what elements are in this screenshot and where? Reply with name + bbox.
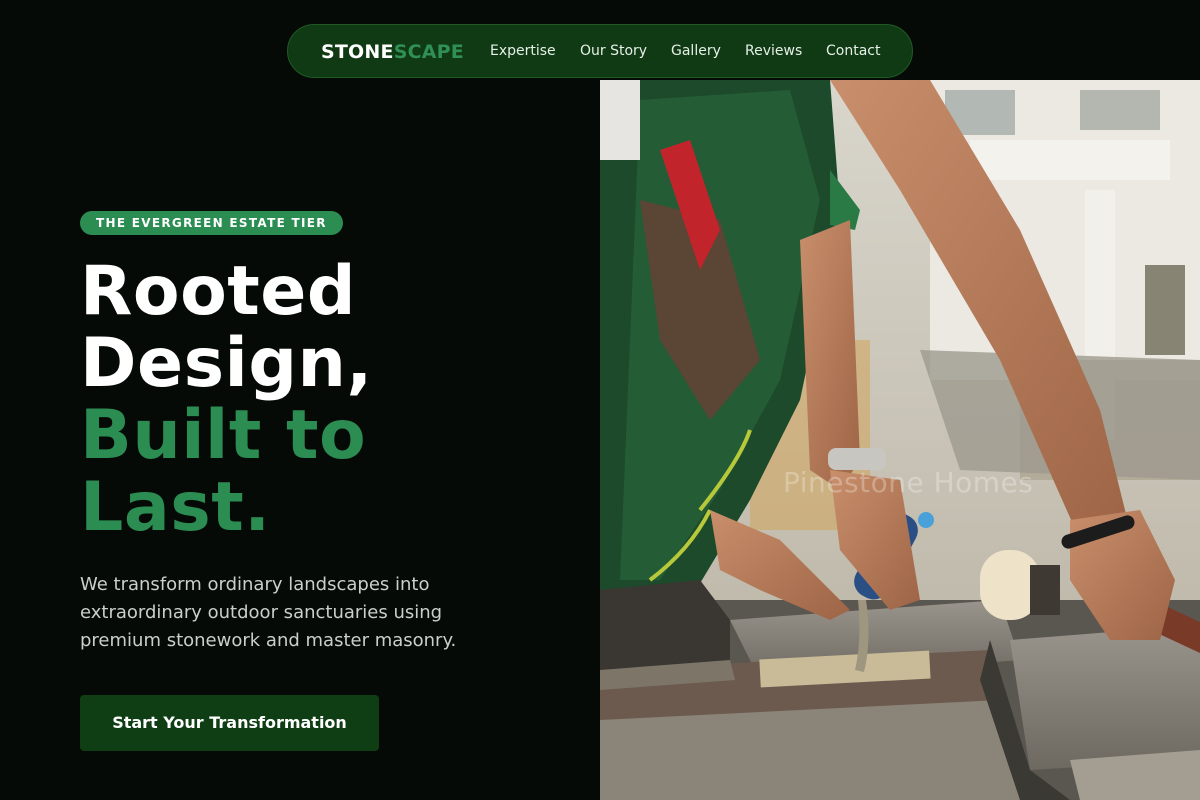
headline-line-3: Built to [80,396,367,475]
headline-line-4: Last. [80,468,271,547]
nav-link-contact[interactable]: Contact [826,25,880,79]
headline-line-2: Design, [80,324,373,403]
headline-line-1: Rooted [80,252,357,331]
nav-link-gallery[interactable]: Gallery [671,25,721,79]
brand-scape: SCAPE [393,41,464,63]
brand-logo[interactable]: STONESCAPE [321,25,464,79]
tier-badge: THE EVERGREEN ESTATE TIER [80,211,343,235]
start-transformation-button[interactable]: Start Your Transformation [80,695,379,751]
nav-link-our-story[interactable]: Our Story [580,25,647,79]
page: STONESCAPE Expertise Our Story Gallery R… [0,0,1200,800]
photo-watermark: Pinestone Homes [783,466,1034,499]
brand-stone: STONE [321,41,394,63]
hero-subtext: We transform ordinary landscapes into ex… [80,574,457,651]
hero-headline: Rooted Design, Built to Last. [80,256,580,544]
nav-link-expertise[interactable]: Expertise [490,25,556,79]
top-nav: STONESCAPE Expertise Our Story Gallery R… [287,24,913,78]
nav-link-reviews[interactable]: Reviews [745,25,802,79]
hero-photo-mason-laying-stone [600,80,1200,800]
